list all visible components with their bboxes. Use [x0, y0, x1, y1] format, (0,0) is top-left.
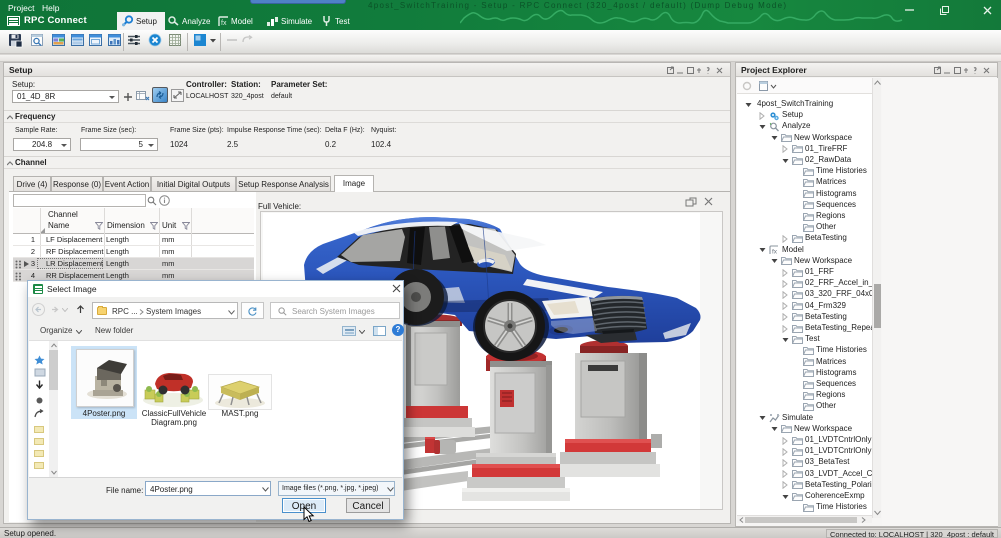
svg-text:fx: fx	[221, 20, 227, 27]
svg-text:fx: fx	[772, 249, 778, 256]
